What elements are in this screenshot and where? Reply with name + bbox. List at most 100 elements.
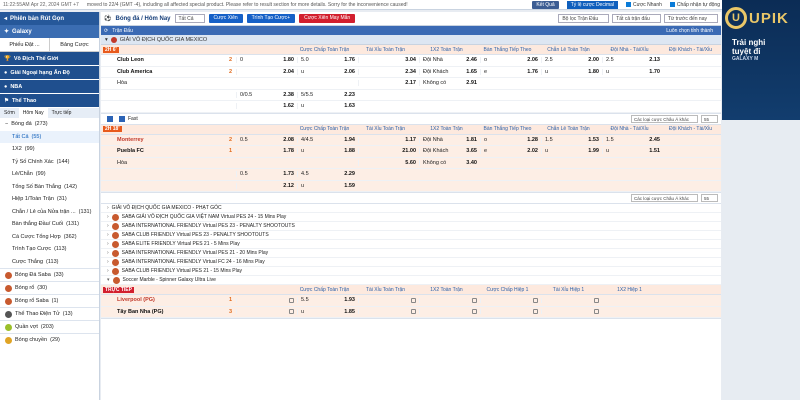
odds-cell[interactable]: 0.5 1.73 xyxy=(236,171,297,178)
odds-cell[interactable]: Không có 2.91 xyxy=(419,80,480,87)
odds-cell[interactable] xyxy=(236,309,297,315)
odds-cell[interactable]: Đội Khách 1.65 xyxy=(419,68,480,75)
market-filter-select[interactable]: Tất Cả xyxy=(174,14,205,23)
odds-cell[interactable]: 1.5 1.53 xyxy=(541,136,602,143)
odds-cell[interactable]: o 1.28 xyxy=(480,136,541,143)
market-item[interactable]: Cá Cược Tổng Hợp (362) xyxy=(0,231,99,244)
tab-bet-list[interactable]: Bảng Cược xyxy=(50,38,99,51)
odds-cell[interactable]: 2.5 2.13 xyxy=(602,57,663,64)
odds-cell[interactable]: u 1.51 xyxy=(602,148,663,155)
odds-cell[interactable]: 1.5 2.45 xyxy=(602,136,663,143)
league-row[interactable]: › SABA CLUB FRIENDLY Virtual PES 23 - PEN… xyxy=(101,231,721,240)
all-matches-select[interactable]: Tất cả trận đấu xyxy=(612,14,661,23)
tab-lucky-parlay[interactable]: Cược Xiên May Mắn xyxy=(299,14,356,23)
odds-cell[interactable]: 5.0 1.76 xyxy=(297,57,358,64)
league-row[interactable]: › SABA ELITE FRIENDLY Virtual PES 21 - 5 … xyxy=(101,240,721,249)
odds-cell[interactable]: 5.5 1.93 xyxy=(297,297,358,304)
market-item[interactable]: Chẵn / Lẻ của Nửa trận ... (131) xyxy=(0,206,99,219)
market-count-select[interactable]: 55 xyxy=(700,194,718,202)
home-team[interactable]: Monterrey 2 xyxy=(101,137,236,143)
league-header[interactable]: ▾ GIẢI VÔ ĐỊCH QUỐC GIA MEXICO xyxy=(101,35,721,45)
odds-cell[interactable]: 4/4.5 1.94 xyxy=(297,136,358,143)
sidebar-item-saba-soccer[interactable]: Bóng Đá Saba (33) xyxy=(0,268,99,281)
market-item[interactable]: Hiệp 1/Toàn Trận (31) xyxy=(0,193,99,206)
odds-cell[interactable]: Đội Khách 3.65 xyxy=(419,148,480,155)
odds-cell[interactable] xyxy=(236,297,297,303)
odds-cell[interactable]: u 1.88 xyxy=(297,148,358,155)
odds-cell[interactable]: 0 1.80 xyxy=(236,57,297,64)
odds-cell[interactable] xyxy=(358,309,419,315)
compact-version-link[interactable]: ◂ Phiên bản Rút Gọn xyxy=(0,12,99,25)
refresh-icon[interactable]: ⟳ xyxy=(104,28,108,34)
odds-cell[interactable]: u 1.80 xyxy=(541,68,602,75)
odds-cell[interactable]: 4.5 2.29 xyxy=(297,171,358,178)
odds-cell[interactable]: Đội Nhà 1.81 xyxy=(419,136,480,143)
odds-cell[interactable]: u 1.63 xyxy=(297,103,358,110)
sidebar-item-sports[interactable]: ⚑ Thể Thao xyxy=(0,94,99,108)
odds-cell[interactable] xyxy=(480,297,541,303)
league-row[interactable]: › SABA INTERNATIONAL FRIENDLY Virtual PES… xyxy=(101,249,721,258)
odds-cell[interactable]: u 1.85 xyxy=(297,308,358,315)
home-team[interactable]: Club Leon 2 xyxy=(101,57,236,63)
odds-cell[interactable]: e 2.02 xyxy=(480,148,541,155)
away-team[interactable]: Tây Ban Nha (PG) 3 xyxy=(101,309,236,315)
market-item[interactable]: Cược Thắng (113) xyxy=(0,256,99,269)
league-row[interactable]: ▾ Soccer Marble - Spinner Galaxy Ultra Li… xyxy=(101,276,721,285)
odds-cell[interactable] xyxy=(358,297,419,303)
sidebar-item-world-cup[interactable]: 🏆 Vô Địch Thế Giới xyxy=(0,52,99,66)
league-row[interactable]: › SABA GIẢI VÔ ĐỊCH QUỐC GIA VIỆT NAM Vir… xyxy=(101,213,721,222)
away-team[interactable]: Club America 2 xyxy=(101,69,236,75)
sidebar-item-esports[interactable]: Thể Thao Điện Tử (13) xyxy=(0,307,99,320)
tab-parlay[interactable]: Cược Xiên xyxy=(208,14,243,23)
result-button[interactable]: Kết Quả xyxy=(532,0,559,9)
league-row[interactable]: › SABA INTERNATIONAL FRIENDLY Virtual FC … xyxy=(101,258,721,267)
sort-select[interactable]: Từ trước đến nay xyxy=(663,14,718,23)
odds-cell[interactable]: u 1.99 xyxy=(541,148,602,155)
odds-cell[interactable]: 0/0.5 2.38 xyxy=(236,91,297,98)
stats-icon[interactable] xyxy=(107,115,113,122)
tab-bet-builder[interactable]: Trình Tạo Cược+ xyxy=(246,14,296,23)
odds-cell[interactable] xyxy=(419,297,480,303)
odds-cell[interactable]: 2.17 xyxy=(358,80,419,87)
odds-cell[interactable]: 2.04 xyxy=(236,68,297,75)
sidebar-item-basketball[interactable]: Bóng rổ (30) xyxy=(0,281,99,294)
odds-cell[interactable] xyxy=(541,297,602,303)
league-row[interactable]: › GIẢI VÔ ĐỊCH QUỐC GIA MEXICO - PHẠT GÓC xyxy=(101,204,721,213)
away-team[interactable]: Puebla FC 1 xyxy=(101,148,236,154)
other-markets-select[interactable]: Các loại cược Châu Á khác xyxy=(630,114,698,123)
market-item[interactable]: 1X2 (99) xyxy=(0,143,99,156)
market-item[interactable]: Bàn thắng Đầu/ Cuối (131) xyxy=(0,218,99,231)
odds-cell[interactable]: 0.5 2.08 xyxy=(236,136,297,143)
market-item[interactable]: Trình Tạo Cược (113) xyxy=(0,243,99,256)
odds-cell[interactable]: 1.17 xyxy=(358,136,419,143)
sidebar-item-soccer[interactable]: − Bóng đá (273) xyxy=(0,118,99,131)
tab-betslip[interactable]: Phiếu Đặt ... xyxy=(0,38,50,51)
odds-cell[interactable]: 2.12 xyxy=(236,182,297,189)
odds-cell[interactable]: o 2.06 xyxy=(480,57,541,64)
odds-cell[interactable]: 5.60 xyxy=(358,159,419,166)
tab-early[interactable]: Sớm xyxy=(0,108,19,118)
market-item[interactable]: Tỷ Số Chính Xác (144) xyxy=(0,156,99,169)
odds-cell[interactable]: 1.78 xyxy=(236,148,297,155)
market-item[interactable]: Lẻ/Chẵn (99) xyxy=(0,168,99,181)
market-item[interactable]: Tất Cả (55) xyxy=(0,130,99,143)
home-team[interactable]: Liverpool (PG) 1 xyxy=(101,297,236,303)
galaxy-link[interactable]: ✦ Galaxy xyxy=(0,25,99,38)
odds-cell[interactable]: u 1.70 xyxy=(602,68,663,75)
odds-cell[interactable]: 1.62 xyxy=(236,103,297,110)
match-filter-select[interactable]: Bộ lọc Trận Đấu xyxy=(558,14,610,23)
sidebar-item-tennis[interactable]: Quần vợt (203) xyxy=(0,320,99,333)
odds-cell[interactable]: 21.00 xyxy=(358,148,419,155)
odds-cell[interactable]: e 1.76 xyxy=(480,68,541,75)
odds-cell[interactable] xyxy=(541,309,602,315)
tab-live[interactable]: Trực tiếp xyxy=(48,108,76,118)
odds-cell[interactable]: Đội Nhà 2.46 xyxy=(419,57,480,64)
odds-cell[interactable]: Không có 3.40 xyxy=(419,159,480,166)
league-row[interactable]: › SABA INTERNATIONAL FRIENDLY Virtual PES… xyxy=(101,222,721,231)
odds-cell[interactable]: 3.04 xyxy=(358,57,419,64)
tv-icon[interactable] xyxy=(119,115,125,122)
odds-cell[interactable] xyxy=(480,309,541,315)
odds-type-select[interactable]: Tỷ lệ cược Decimal xyxy=(566,0,619,9)
odds-cell[interactable]: 2.34 xyxy=(358,68,419,75)
auto-accept-checkbox[interactable]: Chấp nhận tự động xyxy=(669,2,720,8)
